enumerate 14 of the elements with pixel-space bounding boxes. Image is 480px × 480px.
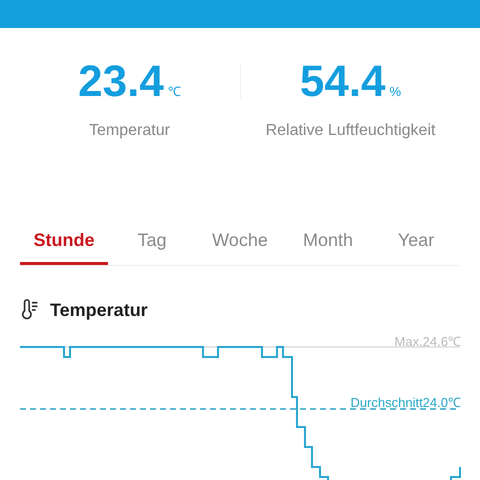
period-tab[interactable]: Year	[372, 224, 460, 265]
period-tab[interactable]: Tag	[108, 224, 196, 265]
period-tab[interactable]: Month	[284, 224, 372, 265]
reading-label: Temperatur	[89, 122, 170, 140]
reading-unit: %	[390, 84, 402, 99]
period-tab[interactable]: Woche	[196, 224, 284, 265]
average-label: Durchschnitt24.0℃	[350, 394, 461, 411]
max-label: Max.24.6℃	[394, 333, 461, 350]
reading-label: Relative Luftfeuchtigkeit	[266, 122, 436, 140]
reading-unit: ℃	[168, 83, 181, 100]
period-tab[interactable]: Stunde	[20, 224, 108, 265]
reading-value: 54.4	[300, 56, 386, 108]
reading-value: 23.4	[78, 56, 164, 108]
chart-title: Temperatur	[50, 300, 148, 320]
